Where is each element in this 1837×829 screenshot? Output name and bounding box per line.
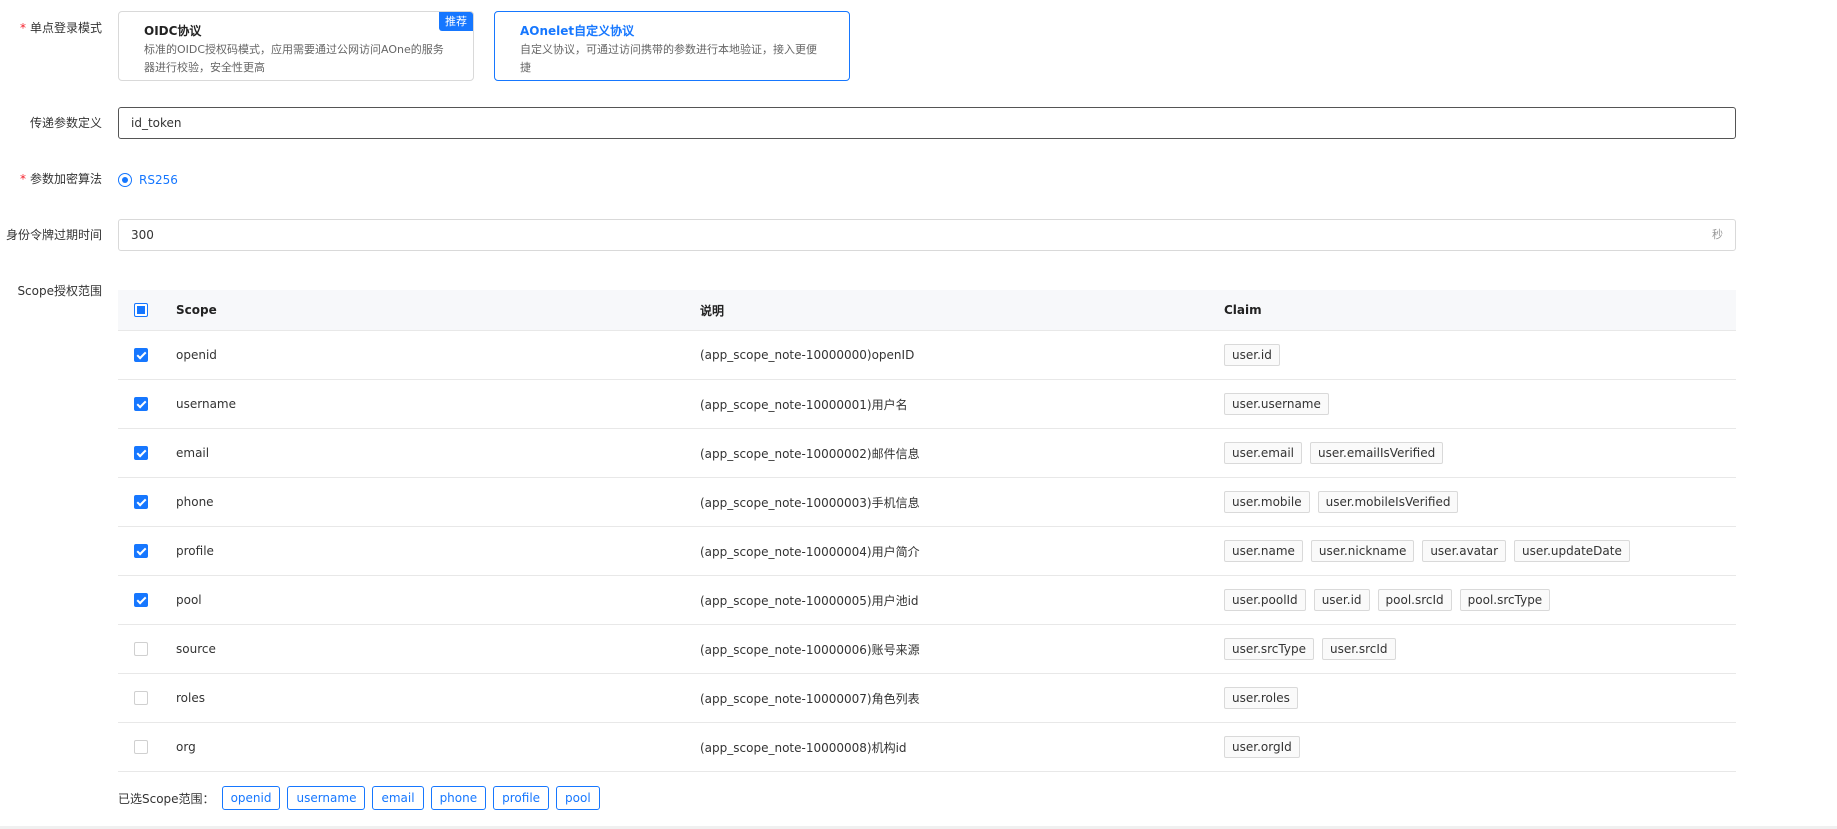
claim-tag: user.emailIsVerified	[1309, 442, 1444, 464]
table-row: pool (app_scope_note-10000005)用户池id user.p…	[118, 576, 1736, 625]
row-checkbox[interactable]	[134, 593, 148, 607]
scope-claims: user.srcType user.srcId	[1224, 638, 1736, 660]
table-row: profile (app_scope_note-10000004)用户简介 user…	[118, 527, 1736, 576]
claim-tag: user.srcType	[1224, 638, 1314, 660]
param-def-label: 传递参数定义	[29, 116, 102, 130]
selected-scope-tag[interactable]: email	[372, 786, 424, 810]
claim-tag: user.mobile	[1224, 491, 1310, 513]
claim-tag: user.avatar	[1422, 540, 1507, 562]
algorithm-label: * 参数加密算法	[19, 172, 102, 186]
claim-tag: user.username	[1224, 393, 1329, 415]
sso-option-desc: 自定义协议，可通过访问携带的参数进行本地验证，接入更便捷	[520, 43, 817, 74]
row-checkbox[interactable]	[134, 397, 148, 411]
table-row: openid (app_scope_note-10000000)openID use…	[118, 331, 1736, 380]
scope-claims: user.orgId	[1224, 736, 1736, 758]
scope-note: (app_scope_note-10000003)手机信息	[700, 495, 920, 510]
claim-tag: user.updateDate	[1514, 540, 1630, 562]
scope-note: (app_scope_note-10000007)角色列表	[700, 691, 920, 706]
param-def-input[interactable]: id_token	[118, 107, 1736, 139]
column-header-claim: Claim	[1224, 303, 1262, 317]
claim-tag: user.email	[1224, 442, 1302, 464]
claim-tag: user.srcId	[1321, 638, 1396, 660]
table-row: source (app_scope_note-10000006)账号来源 user.…	[118, 625, 1736, 674]
sso-option-desc: 标准的OIDC授权码模式，应用需要通过公网访问AOne的服务器进行校验，安全性更…	[144, 43, 444, 74]
scope-name: phone	[176, 495, 214, 509]
claim-tag: user.name	[1224, 540, 1303, 562]
table-header: Scope 说明 Claim	[118, 290, 1736, 331]
scope-name: roles	[176, 691, 205, 705]
selected-scope-tag[interactable]: phone	[430, 786, 487, 810]
sso-mode-label: * 单点登录模式	[19, 21, 102, 35]
scope-claims: user.mobile user.mobileIsVerified	[1224, 491, 1736, 513]
scope-table: Scope 说明 Claim openid (app_scope_note-100…	[118, 290, 1736, 772]
column-header-scope: Scope	[176, 303, 217, 317]
scope-name: source	[176, 642, 216, 656]
seconds-suffix: 秒	[1712, 228, 1723, 241]
sso-option-title: AOnelet自定义协议	[520, 24, 635, 38]
claim-tag: user.id	[1224, 344, 1280, 366]
radio-selected-icon	[118, 173, 132, 187]
scope-note: (app_scope_note-10000000)openID	[700, 348, 915, 362]
selected-scope-tag[interactable]: pool	[556, 786, 600, 810]
recommended-badge: 推荐	[439, 12, 473, 31]
claim-tag: user.roles	[1224, 687, 1298, 709]
token-expire-label: 身份令牌过期时间	[5, 228, 102, 242]
scope-note: (app_scope_note-10000004)用户简介	[700, 544, 920, 559]
scope-name: profile	[176, 544, 214, 558]
table-row: username (app_scope_note-10000001)用户名 user…	[118, 380, 1736, 429]
sso-option-title: OIDC协议	[144, 24, 202, 38]
sso-option-aonelet[interactable]: AOnelet自定义协议 自定义协议，可通过访问携带的参数进行本地验证，接入更便…	[494, 11, 850, 81]
table-row: phone (app_scope_note-10000003)手机信息 user.m…	[118, 478, 1736, 527]
scope-name: openid	[176, 348, 217, 362]
scope-claims: user.name user.nickname user.avatar user.up…	[1224, 540, 1736, 562]
selected-scope-label: 已选Scope范围：	[118, 791, 215, 806]
scope-claims: user.email user.emailIsVerified	[1224, 442, 1736, 464]
row-checkbox[interactable]	[134, 348, 148, 362]
table-row: email (app_scope_note-10000002)邮件信息 user.e…	[118, 429, 1736, 478]
scope-claims: user.id	[1224, 344, 1736, 366]
scope-note: (app_scope_note-10000001)用户名	[700, 397, 908, 412]
claim-tag: pool.srcType	[1459, 589, 1551, 611]
scope-note: (app_scope_note-10000006)账号来源	[700, 642, 920, 657]
claim-tag: user.nickname	[1310, 540, 1415, 562]
scope-label: Scope授权范围	[17, 284, 102, 298]
selected-scope-summary: 已选Scope范围： openid username email phone profi…	[118, 786, 600, 810]
scope-name: username	[176, 397, 236, 411]
row-checkbox[interactable]	[134, 740, 148, 754]
claim-tag: user.id	[1313, 589, 1370, 611]
row-checkbox[interactable]	[134, 446, 148, 460]
row-checkbox[interactable]	[134, 495, 148, 509]
scope-name: email	[176, 446, 210, 460]
selected-scope-tag[interactable]: username	[287, 786, 366, 810]
claim-tag: user.mobileIsVerified	[1317, 491, 1459, 513]
scope-name: pool	[176, 593, 202, 607]
claim-tag: user.orgId	[1224, 736, 1300, 758]
table-row: roles (app_scope_note-10000007)角色列表 user.r…	[118, 674, 1736, 723]
claim-tag: pool.srcId	[1377, 589, 1452, 611]
scope-claims: user.roles	[1224, 687, 1736, 709]
scope-claims: user.poolId user.id pool.srcId pool.srcType	[1224, 589, 1736, 611]
scope-note: (app_scope_note-10000008)机构id	[700, 740, 907, 755]
scope-note: (app_scope_note-10000005)用户池id	[700, 593, 919, 608]
row-checkbox[interactable]	[134, 642, 148, 656]
scope-name: org	[176, 740, 196, 754]
token-expire-input[interactable]: 300 秒	[118, 219, 1736, 251]
column-header-note: 说明	[700, 303, 725, 318]
algorithm-radio-rs256[interactable]: RS256	[118, 173, 178, 187]
selected-scope-tag[interactable]: openid	[221, 786, 281, 810]
scope-claims: user.username	[1224, 393, 1736, 415]
select-all-checkbox[interactable]	[134, 303, 148, 317]
selected-scope-tag[interactable]: profile	[493, 786, 550, 810]
table-body: openid (app_scope_note-10000000)openID use…	[118, 331, 1736, 772]
row-checkbox[interactable]	[134, 544, 148, 558]
row-checkbox[interactable]	[134, 691, 148, 705]
claim-tag: user.poolId	[1224, 589, 1306, 611]
scope-note: (app_scope_note-10000002)邮件信息	[700, 446, 920, 461]
table-row: org (app_scope_note-10000008)机构id user.org…	[118, 723, 1736, 772]
sso-option-oidc[interactable]: 推荐 OIDC协议 标准的OIDC授权码模式，应用需要通过公网访问AOne的服务…	[118, 11, 474, 81]
